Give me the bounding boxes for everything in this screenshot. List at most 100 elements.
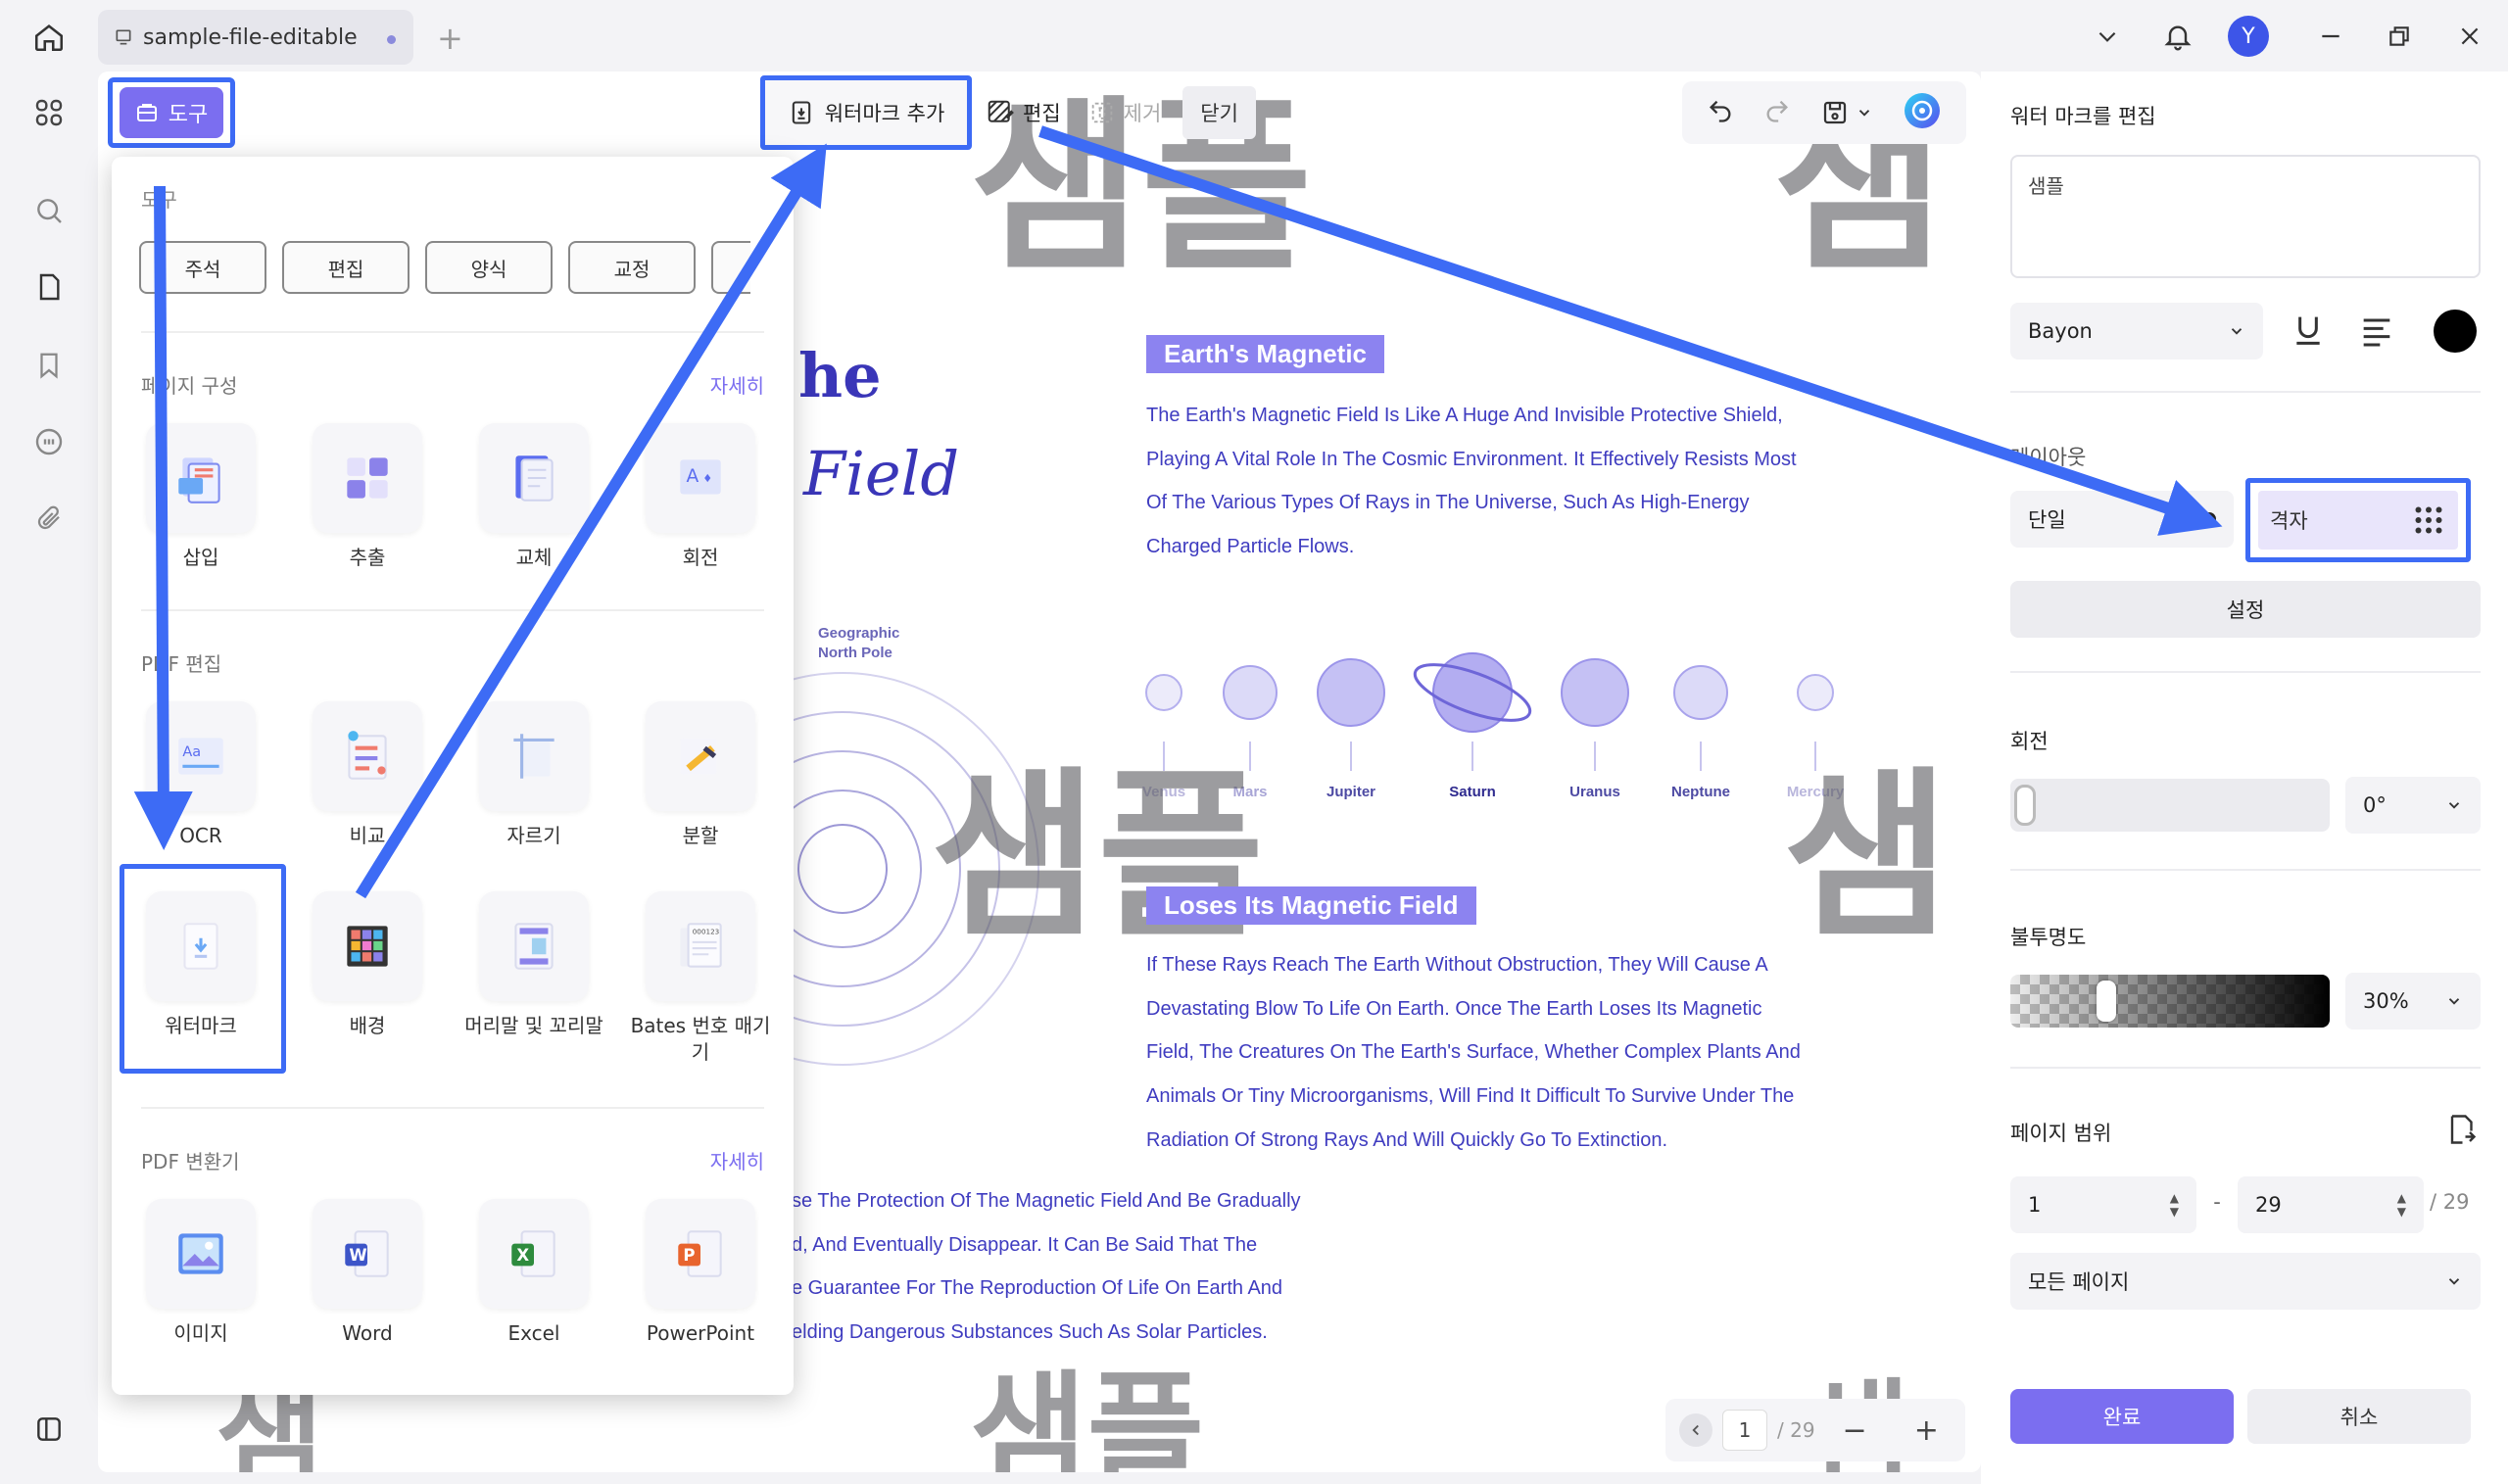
tool-header-footer-label: 머리말 및 꼬리말 [464,1014,603,1037]
home-icon[interactable] [29,18,69,57]
convert-powerpoint-label: PowerPoint [646,1321,755,1345]
save-icon[interactable] [1820,98,1873,127]
done-button[interactable]: 완료 [2010,1389,2234,1444]
tool-bates-label: Bates 번호 매기기 [630,1014,771,1064]
close-window-icon[interactable] [2447,14,2492,59]
converter-more-link[interactable]: 자세히 [710,1146,764,1174]
page-range-icon[interactable] [2443,1112,2479,1151]
rotation-select[interactable]: 0° [2345,777,2481,834]
page-section-more-link[interactable]: 자세히 [710,370,764,399]
align-icon[interactable] [2357,311,2396,354]
tool-crop[interactable]: 자르기 [460,701,607,849]
panel-toggle-icon[interactable] [29,1410,69,1449]
attachment-icon[interactable] [29,499,69,538]
convert-powerpoint[interactable]: P PowerPoint [627,1199,774,1347]
tool-replace[interactable]: 교체 [460,423,607,571]
grid-view-icon[interactable] [29,93,69,132]
bell-icon[interactable] [2155,14,2200,59]
opacity-slider[interactable] [2010,975,2330,1028]
tool-header-footer[interactable]: 머리말 및 꼬리말 [460,891,607,1039]
split-icon [646,701,755,811]
layout-grid-option[interactable]: 격자 [2258,491,2458,550]
para3-line: elding Dangerous Substances Such As Sola… [792,1321,1268,1344]
add-watermark-button[interactable]: 워터마크 추가 [760,75,972,150]
tool-ocr[interactable]: Aa OCR [127,701,274,849]
cancel-button[interactable]: 취소 [2247,1389,2471,1444]
new-tab-button[interactable]: + [437,20,463,57]
zoom-out-icon[interactable]: − [1843,1413,1867,1448]
rotation-value: 0° [2363,793,2387,817]
opacity-select[interactable]: 30% [2345,973,2481,1029]
pages-select[interactable]: 모든 페이지 [2010,1253,2481,1310]
document-tab[interactable]: sample-file-editable [98,10,413,65]
chip-form[interactable]: 양식 [425,241,553,294]
range-from-input[interactable]: 1 ▲ ▼ [2010,1176,2196,1233]
tool-compare[interactable]: 비교 [294,701,441,849]
watermark-text-input[interactable]: 샘플 [2010,155,2481,278]
redo-icon[interactable] [1763,97,1791,128]
pages-icon[interactable] [29,267,69,307]
history-toolbar [1682,81,1966,144]
edit-watermark-button[interactable]: 편집 [972,83,1075,142]
tool-background[interactable]: 배경 [294,891,441,1039]
current-page-input[interactable]: 1 [1722,1410,1767,1451]
divider [2010,1067,2481,1069]
image-icon [146,1199,256,1309]
convert-word-label: Word [342,1321,393,1345]
tools-button[interactable]: 도구 [120,87,223,138]
chip-more[interactable] [711,241,750,294]
prev-page-icon[interactable] [1679,1413,1712,1447]
font-value: Bayon [2028,319,2093,343]
watermark-edit-panel: 워터 마크를 편집 샘플 Bayon 레이아웃 단일 격자 설정 회전 0° 불… [1981,72,2508,1484]
remove-label: 제거 [1123,102,1162,125]
chevron-down-icon[interactable] [1856,104,1873,121]
rotation-slider[interactable] [2010,779,2330,832]
chip-annotate[interactable]: 주석 [139,241,266,294]
tool-split[interactable]: 분할 [627,701,774,849]
underline-icon[interactable] [2289,311,2328,354]
word-icon: W [313,1199,422,1309]
tool-rotate[interactable]: A 회전 [627,423,774,571]
chip-review[interactable]: 교정 [568,241,696,294]
minimize-icon[interactable] [2308,14,2353,59]
tool-watermark[interactable]: 워터마크 [127,891,274,1039]
undo-icon[interactable] [1707,97,1734,128]
tools-panel: 도구 주석 편집 양식 교정 페이지 구성 자세히 삽입 추출 교체 A 회전 … [112,157,794,1395]
color-swatch[interactable] [2434,310,2477,353]
search-icon[interactable] [29,191,69,230]
ai-assistant-icon[interactable] [1903,91,1942,134]
para1-line: The Earth's Magnetic Field Is Like A Hug… [1146,405,1783,426]
opacity-slider-handle[interactable] [2096,981,2116,1022]
avatar[interactable]: Y [2226,14,2271,59]
watermark-glyph-right: 샘 [1783,750,1951,962]
left-rail [0,72,98,1484]
tool-extract[interactable]: 추출 [294,423,441,571]
stepper-icon[interactable]: ▲ ▼ [2170,1191,2179,1219]
convert-excel[interactable]: X Excel [460,1199,607,1347]
comment-icon[interactable] [29,422,69,461]
zoom-in-icon[interactable]: + [1914,1413,1939,1448]
chevron-down-icon[interactable] [2085,14,2130,59]
tool-insert[interactable]: 삽입 [127,423,274,571]
replace-pages-icon [479,423,589,533]
planet-label: Neptune [1671,784,1730,800]
tool-bates[interactable]: 000123 Bates 번호 매기기 [627,891,774,1066]
restore-icon[interactable] [2377,14,2422,59]
convert-image[interactable]: 이미지 [127,1199,274,1347]
stepper-icon[interactable]: ▲ ▼ [2397,1191,2406,1219]
opacity-label: 불투명도 [2010,926,2087,949]
range-total: / 29 [2430,1190,2470,1214]
rotate-pages-icon: A [646,423,755,533]
add-watermark-label: 워터마크 추가 [824,102,945,125]
chip-edit[interactable]: 편집 [282,241,410,294]
convert-word[interactable]: W Word [294,1199,441,1347]
remove-watermark-button[interactable]: 제거 [1075,83,1176,142]
layout-single-option[interactable]: 단일 [2010,491,2234,548]
tool-background-label: 배경 [349,1014,386,1037]
font-select[interactable]: Bayon [2010,303,2263,359]
range-to-input[interactable]: 29 ▲ ▼ [2238,1176,2424,1233]
close-watermark-button[interactable]: 닫기 [1182,86,1256,139]
bookmark-icon[interactable] [29,346,69,385]
settings-button[interactable]: 설정 [2010,581,2481,638]
rotation-slider-handle[interactable] [2014,785,2036,826]
